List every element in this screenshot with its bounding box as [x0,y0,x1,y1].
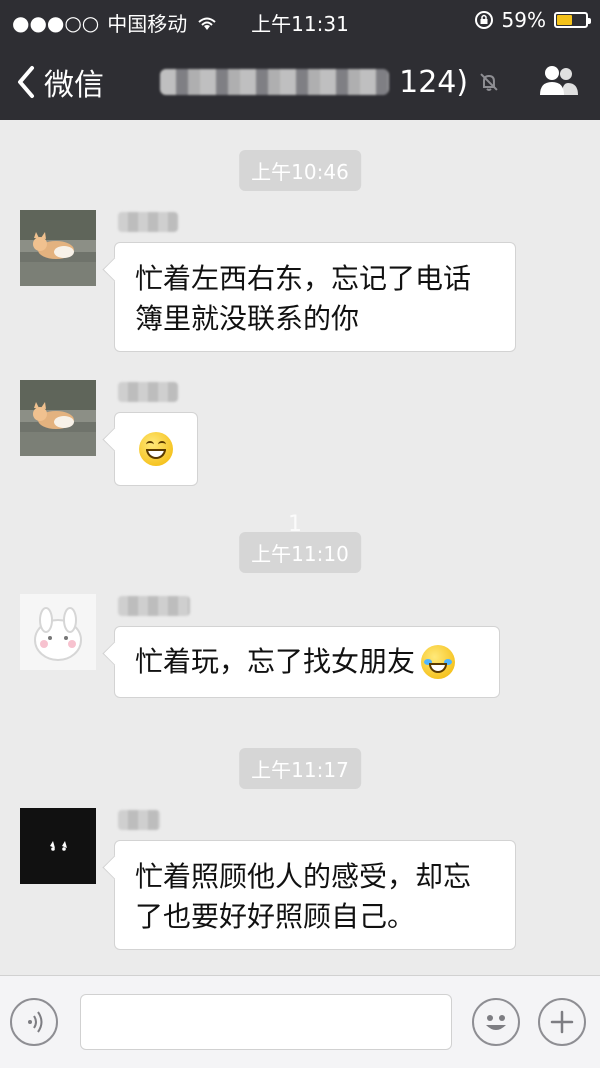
sender-name-blurred [118,382,178,402]
message-bubble[interactable]: 忙着玩，忘了找女朋友 [114,626,500,698]
avatar[interactable] [20,594,96,670]
timestamp: 上午10:46 [239,150,361,191]
message-text: 忙着左西右东，忘记了电话 簿里就没联系的你 [135,262,472,335]
battery-icon [554,12,591,28]
group-name-blurred [160,69,390,95]
plus-icon [550,1010,574,1034]
chat-header: 微信 124) [0,40,600,120]
message-text: 忙着玩，忘了找女朋友 [135,645,416,678]
cat-avatar-icon [20,210,96,286]
avatar[interactable] [20,210,96,286]
voice-icon [28,1011,43,1033]
status-right: 59% [474,8,591,32]
add-button[interactable] [538,998,586,1046]
battery-fill [557,15,572,25]
message-bubble[interactable]: 忙着照顾他人的感受，却忘 了也要好好照顾自己。 [114,840,516,950]
timestamp: 上午11:17 [239,748,361,789]
group-count: 124) [399,64,469,100]
rotation-lock-icon [474,11,493,29]
emoji-icon [486,1015,506,1030]
group-title[interactable]: 124) [160,62,500,102]
grin-emoji-icon [139,432,173,466]
sender-name-blurred [118,810,160,830]
chevron-left-icon [18,66,34,98]
dark-avatar-icon [20,808,96,884]
chat-area[interactable]: 上午10:46 忙着左西右东，忘记了电话 簿里就没联系的你 1 上午11:10 … [0,120,600,975]
status-bar: ●●●○○ 中国移动 上午11:31 59% [0,0,600,40]
sender-name-blurred [118,596,190,616]
timestamp: 上午11:10 [239,532,361,573]
laugh-tears-emoji-icon [421,645,456,679]
group-contacts-icon[interactable] [536,62,580,98]
bunny-avatar-icon [20,594,96,670]
back-button[interactable]: 微信 [16,60,104,104]
message-input[interactable] [80,994,452,1050]
chat-input-bar [0,975,600,1068]
cat-avatar-icon [20,380,96,456]
avatar[interactable] [20,380,96,456]
voice-button[interactable] [10,998,58,1046]
message-bubble[interactable] [114,412,198,486]
mute-bell-icon [480,73,498,91]
sender-name-blurred [118,212,178,232]
emoji-button[interactable] [472,998,520,1046]
back-label: 微信 [44,68,104,103]
message-bubble[interactable]: 忙着左西右东，忘记了电话 簿里就没联系的你 [114,242,516,352]
battery-percent: 59% [501,8,546,32]
avatar[interactable] [20,808,96,884]
message-text: 忙着照顾他人的感受，却忘 了也要好好照顾自己。 [135,860,472,933]
